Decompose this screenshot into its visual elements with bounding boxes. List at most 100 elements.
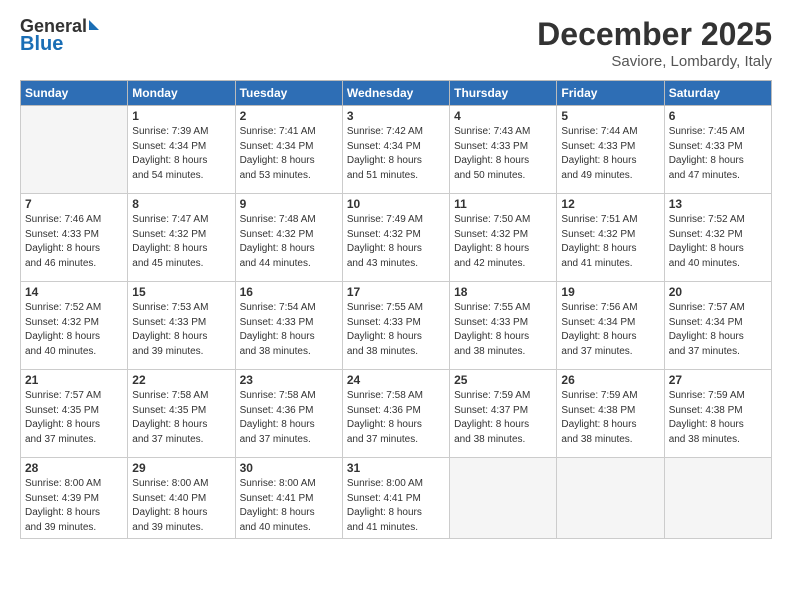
day-info: Sunrise: 8:00 AM Sunset: 4:40 PM Dayligh… xyxy=(132,477,230,535)
table-row: 10 Sunrise: 7:49 AM Sunset: 4:32 PM Dayli… xyxy=(342,194,449,282)
table-row: 28Sunrise: 8:00 AM Sunset: 4:39 PM Dayli… xyxy=(21,458,128,539)
calendar-week-row: 21Sunrise: 7:57 AM Sunset: 4:35 PM Dayli… xyxy=(21,370,772,458)
col-sunday: Sunday xyxy=(21,81,128,106)
table-row: 27 Sunrise: 7:59 AM Sunset: 4:38 PM Dayli… xyxy=(664,370,771,458)
table-row: 6 Sunrise: 7:45 AM Sunset: 4:33 PM Daylig… xyxy=(664,106,771,194)
table-row: 21Sunrise: 7:57 AM Sunset: 4:35 PM Dayli… xyxy=(21,370,128,458)
day-info: Sunrise: 7:41 AM Sunset: 4:34 PM Dayligh… xyxy=(240,125,338,183)
logo: General Blue xyxy=(20,16,99,56)
day-info: Sunrise: 7:52 AM Sunset: 4:32 PM Dayligh… xyxy=(25,301,123,359)
day-info: Sunrise: 7:44 AM Sunset: 4:33 PM Dayligh… xyxy=(561,125,659,183)
day-number: 3 xyxy=(347,109,445,123)
day-number: 31 xyxy=(347,461,445,475)
table-row xyxy=(557,458,664,539)
day-number: 26 xyxy=(561,373,659,387)
page: General Blue December 2025 Saviore, Lomb… xyxy=(0,0,792,612)
col-friday: Friday xyxy=(557,81,664,106)
day-info: Sunrise: 7:51 AM Sunset: 4:32 PM Dayligh… xyxy=(561,213,659,271)
calendar-week-row: 14 Sunrise: 7:52 AM Sunset: 4:32 PM Dayli… xyxy=(21,282,772,370)
title-section: December 2025 Saviore, Lombardy, Italy xyxy=(537,16,772,70)
day-info: Sunrise: 7:49 AM Sunset: 4:32 PM Dayligh… xyxy=(347,213,445,271)
table-row: 30Sunrise: 8:00 AM Sunset: 4:41 PM Dayli… xyxy=(235,458,342,539)
day-number: 2 xyxy=(240,109,338,123)
day-number: 4 xyxy=(454,109,552,123)
month-title: December 2025 xyxy=(537,16,772,53)
day-info: Sunrise: 7:59 AM Sunset: 4:37 PM Dayligh… xyxy=(454,389,552,447)
day-info: Sunrise: 7:45 AM Sunset: 4:33 PM Dayligh… xyxy=(669,125,767,183)
day-info: Sunrise: 7:55 AM Sunset: 4:33 PM Dayligh… xyxy=(454,301,552,359)
table-row: 25Sunrise: 7:59 AM Sunset: 4:37 PM Dayli… xyxy=(450,370,557,458)
day-info: Sunrise: 7:48 AM Sunset: 4:32 PM Dayligh… xyxy=(240,213,338,271)
day-info: Sunrise: 7:59 AM Sunset: 4:38 PM Dayligh… xyxy=(561,389,659,447)
day-number: 18 xyxy=(454,285,552,299)
table-row: 9Sunrise: 7:48 AM Sunset: 4:32 PM Daylig… xyxy=(235,194,342,282)
day-number: 22 xyxy=(132,373,230,387)
table-row: 15 Sunrise: 7:53 AM Sunset: 4:33 PM Dayli… xyxy=(128,282,235,370)
table-row: 18 Sunrise: 7:55 AM Sunset: 4:33 PM Dayli… xyxy=(450,282,557,370)
table-row: 31 Sunrise: 8:00 AM Sunset: 4:41 PM Dayli… xyxy=(342,458,449,539)
table-row: 26 Sunrise: 7:59 AM Sunset: 4:38 PM Dayli… xyxy=(557,370,664,458)
table-row: 16 Sunrise: 7:54 AM Sunset: 4:33 PM Dayli… xyxy=(235,282,342,370)
day-number: 10 xyxy=(347,197,445,211)
day-info: Sunrise: 7:47 AM Sunset: 4:32 PM Dayligh… xyxy=(132,213,230,271)
table-row: 22 Sunrise: 7:58 AM Sunset: 4:35 PM Dayli… xyxy=(128,370,235,458)
table-row: 13Sunrise: 7:52 AM Sunset: 4:32 PM Dayli… xyxy=(664,194,771,282)
day-number: 5 xyxy=(561,109,659,123)
day-number: 27 xyxy=(669,373,767,387)
day-number: 16 xyxy=(240,285,338,299)
table-row: 1Sunrise: 7:39 AM Sunset: 4:34 PM Daylig… xyxy=(128,106,235,194)
table-row: 23 Sunrise: 7:58 AM Sunset: 4:36 PM Dayli… xyxy=(235,370,342,458)
table-row: 3Sunrise: 7:42 AM Sunset: 4:34 PM Daylig… xyxy=(342,106,449,194)
day-number: 6 xyxy=(669,109,767,123)
day-info: Sunrise: 7:53 AM Sunset: 4:33 PM Dayligh… xyxy=(132,301,230,359)
table-row xyxy=(21,106,128,194)
table-row: 2 Sunrise: 7:41 AM Sunset: 4:34 PM Daylig… xyxy=(235,106,342,194)
col-saturday: Saturday xyxy=(664,81,771,106)
day-info: Sunrise: 7:55 AM Sunset: 4:33 PM Dayligh… xyxy=(347,301,445,359)
calendar-week-row: 28Sunrise: 8:00 AM Sunset: 4:39 PM Dayli… xyxy=(21,458,772,539)
col-monday: Monday xyxy=(128,81,235,106)
day-number: 15 xyxy=(132,285,230,299)
table-row: 20 Sunrise: 7:57 AM Sunset: 4:34 PM Dayli… xyxy=(664,282,771,370)
day-info: Sunrise: 7:50 AM Sunset: 4:32 PM Dayligh… xyxy=(454,213,552,271)
day-number: 19 xyxy=(561,285,659,299)
day-info: Sunrise: 7:46 AM Sunset: 4:33 PM Dayligh… xyxy=(25,213,123,271)
day-info: Sunrise: 7:59 AM Sunset: 4:38 PM Dayligh… xyxy=(669,389,767,447)
day-number: 23 xyxy=(240,373,338,387)
table-row xyxy=(664,458,771,539)
day-info: Sunrise: 7:52 AM Sunset: 4:32 PM Dayligh… xyxy=(669,213,767,271)
day-info: Sunrise: 7:56 AM Sunset: 4:34 PM Dayligh… xyxy=(561,301,659,359)
location-subtitle: Saviore, Lombardy, Italy xyxy=(537,53,772,70)
table-row: 7Sunrise: 7:46 AM Sunset: 4:33 PM Daylig… xyxy=(21,194,128,282)
day-info: Sunrise: 7:39 AM Sunset: 4:34 PM Dayligh… xyxy=(132,125,230,183)
day-number: 24 xyxy=(347,373,445,387)
calendar-week-row: 1Sunrise: 7:39 AM Sunset: 4:34 PM Daylig… xyxy=(21,106,772,194)
calendar-week-row: 7Sunrise: 7:46 AM Sunset: 4:33 PM Daylig… xyxy=(21,194,772,282)
day-info: Sunrise: 7:58 AM Sunset: 4:36 PM Dayligh… xyxy=(347,389,445,447)
col-tuesday: Tuesday xyxy=(235,81,342,106)
col-wednesday: Wednesday xyxy=(342,81,449,106)
table-row: 17Sunrise: 7:55 AM Sunset: 4:33 PM Dayli… xyxy=(342,282,449,370)
day-number: 30 xyxy=(240,461,338,475)
table-row: 5 Sunrise: 7:44 AM Sunset: 4:33 PM Daylig… xyxy=(557,106,664,194)
table-row: 4Sunrise: 7:43 AM Sunset: 4:33 PM Daylig… xyxy=(450,106,557,194)
table-row: 11Sunrise: 7:50 AM Sunset: 4:32 PM Dayli… xyxy=(450,194,557,282)
day-info: Sunrise: 7:57 AM Sunset: 4:34 PM Dayligh… xyxy=(669,301,767,359)
table-row: 8 Sunrise: 7:47 AM Sunset: 4:32 PM Daylig… xyxy=(128,194,235,282)
day-number: 20 xyxy=(669,285,767,299)
day-number: 14 xyxy=(25,285,123,299)
table-row xyxy=(450,458,557,539)
day-info: Sunrise: 7:54 AM Sunset: 4:33 PM Dayligh… xyxy=(240,301,338,359)
table-row: 24 Sunrise: 7:58 AM Sunset: 4:36 PM Dayli… xyxy=(342,370,449,458)
day-number: 8 xyxy=(132,197,230,211)
day-number: 21 xyxy=(25,373,123,387)
day-info: Sunrise: 7:58 AM Sunset: 4:36 PM Dayligh… xyxy=(240,389,338,447)
day-number: 29 xyxy=(132,461,230,475)
table-row: 19 Sunrise: 7:56 AM Sunset: 4:34 PM Dayli… xyxy=(557,282,664,370)
table-row: 14 Sunrise: 7:52 AM Sunset: 4:32 PM Dayli… xyxy=(21,282,128,370)
table-row: 12Sunrise: 7:51 AM Sunset: 4:32 PM Dayli… xyxy=(557,194,664,282)
day-info: Sunrise: 8:00 AM Sunset: 4:41 PM Dayligh… xyxy=(347,477,445,535)
day-info: Sunrise: 7:58 AM Sunset: 4:35 PM Dayligh… xyxy=(132,389,230,447)
table-row: 29 Sunrise: 8:00 AM Sunset: 4:40 PM Dayli… xyxy=(128,458,235,539)
header: General Blue December 2025 Saviore, Lomb… xyxy=(20,16,772,70)
